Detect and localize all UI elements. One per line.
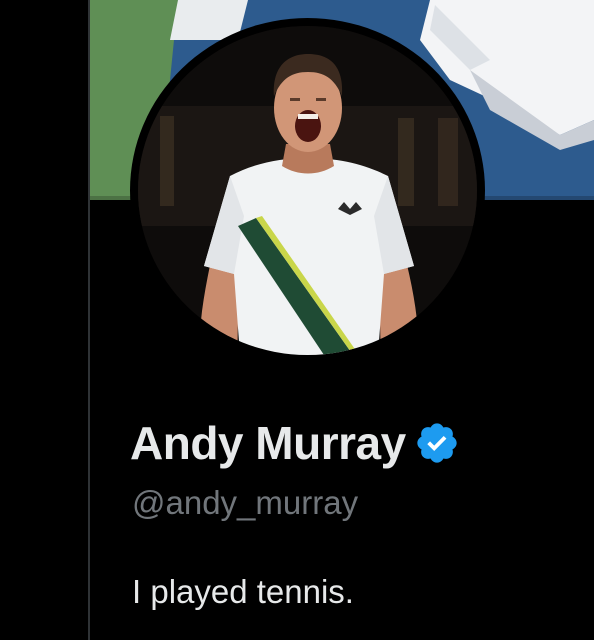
profile-handle: @andy_murray	[132, 484, 359, 521]
display-name: Andy Murray	[130, 417, 406, 469]
verified-badge-icon[interactable]	[414, 420, 460, 466]
display-name-row: Andy Murray	[130, 413, 460, 473]
profile-bio: I played tennis.	[132, 573, 354, 610]
avatar-photo	[138, 26, 477, 355]
profile-avatar[interactable]	[130, 18, 485, 363]
profile-page: Andy Murray @andy_murray I played tennis…	[0, 0, 594, 640]
left-nav-column	[0, 0, 88, 640]
